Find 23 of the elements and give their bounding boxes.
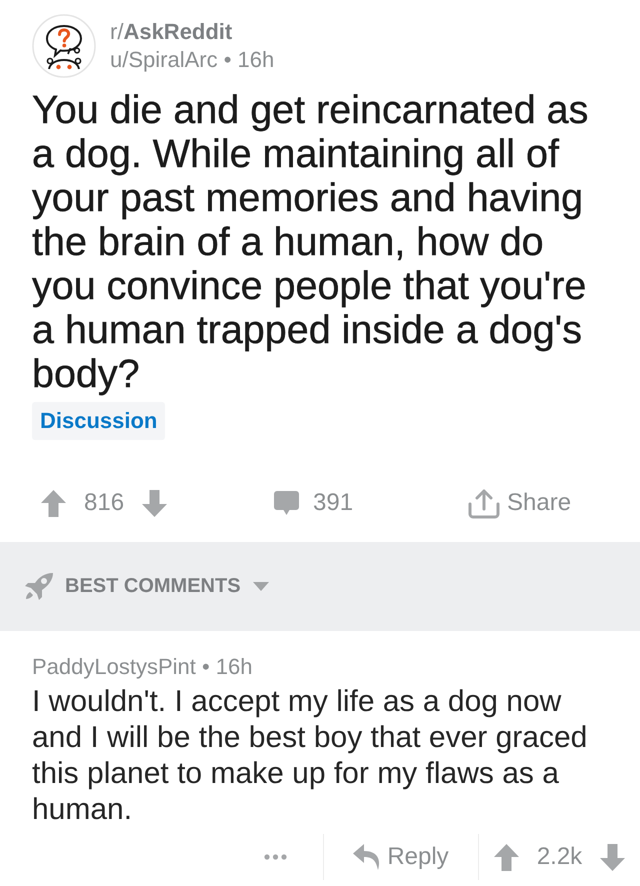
post-title: You die and get reincarnated as a dog. While maintaining all of your past memories and having the brain of a human, how do you convince people that you're a human trapped inside a dog's body? (32, 88, 590, 396)
rocket-icon (25, 573, 53, 600)
subreddit-avatar-icon (32, 14, 96, 78)
share-icon (468, 488, 500, 518)
share-button[interactable]: Share (468, 488, 572, 518)
subreddit-name[interactable]: r/AskReddit (110, 19, 274, 45)
comment-text: I wouldn't. I accept my life as a dog now and I will be the best boy that ever graced this planet to make up for my flaws as a human. (32, 684, 588, 828)
more-options-icon[interactable] (264, 854, 287, 860)
upvote-icon[interactable] (41, 490, 66, 516)
comments-button[interactable]: 391 (274, 489, 354, 517)
reply-icon (353, 844, 382, 870)
vote-count: 2.2k (536, 843, 582, 871)
sort-dropdown[interactable]: BEST COMMENTS (25, 573, 269, 600)
reply-button[interactable]: Reply (353, 843, 449, 871)
post-byline: u/SpiralArc • 16h (110, 47, 274, 73)
downvote-icon[interactable] (142, 490, 168, 516)
flair-tag: Discussion (32, 402, 166, 440)
upvote-icon[interactable] (494, 844, 519, 870)
caret-icon (252, 582, 269, 591)
downvote-icon[interactable] (600, 844, 626, 870)
comment-icon (274, 491, 299, 515)
comment-byline: PaddyLostysPint • 16h (32, 653, 254, 680)
vote-count: 816 (84, 489, 124, 517)
